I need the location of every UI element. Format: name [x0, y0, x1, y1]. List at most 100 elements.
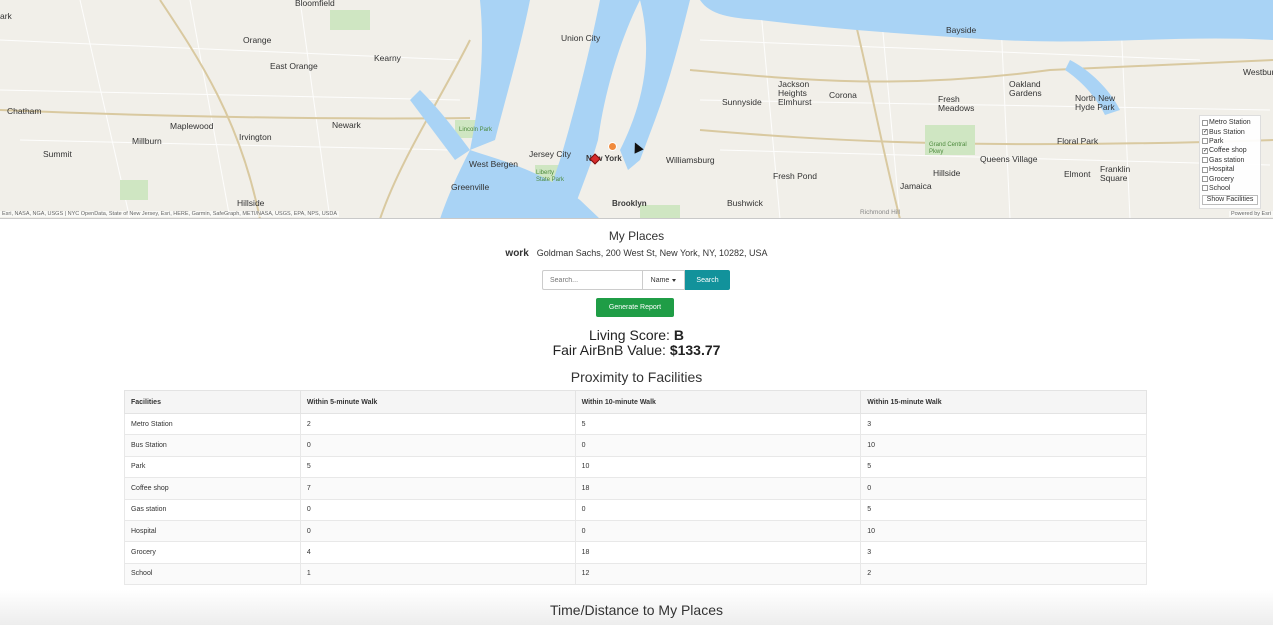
table-row: Park 5 10 5 — [124, 455, 1147, 479]
layer-label: Hospital — [1209, 166, 1235, 174]
search-field-select-value: Name — [650, 276, 670, 284]
layer-item[interactable]: School — [1202, 184, 1258, 193]
map-label-jersey-city: Jersey City — [529, 149, 572, 159]
table-cell: 10 — [574, 455, 862, 479]
layer-checkbox[interactable] — [1202, 166, 1208, 173]
map-label-sunnyside: Sunnyside — [722, 97, 762, 107]
table-header-row: Facilities Within 5-minute Walk Within 10-… — [124, 390, 1147, 414]
layer-item[interactable]: Grocery — [1202, 174, 1258, 183]
map-label-summit: Summit — [43, 149, 72, 159]
chevron-down-icon — [672, 278, 677, 282]
map-label-hillside-ny: Hillside — [933, 168, 961, 178]
map-label-williamsburg: Williamsburg — [666, 155, 715, 165]
map-label-orange: Orange — [243, 35, 272, 45]
map-label-oakland-gardens: Oakland Gardens — [1009, 79, 1042, 98]
table-cell: 3 — [860, 412, 1147, 436]
table-cell: 2 — [860, 562, 1147, 586]
map-label-fresh-pond: Fresh Pond — [773, 171, 817, 181]
layer-item[interactable]: Gas station — [1202, 156, 1258, 165]
map-label-elmont: Elmont — [1064, 169, 1091, 179]
map-label-ark: ark — [0, 11, 12, 21]
table-cell: 0 — [860, 477, 1147, 500]
table-cell: Grocery — [124, 541, 301, 564]
table-cell: 7 — [299, 477, 576, 500]
facilities-table: Facilities Within 5-minute Walk Within 10-… — [124, 390, 1147, 586]
layer-label: Coffee shop — [1209, 147, 1247, 155]
layer-item[interactable]: Park — [1202, 137, 1258, 146]
table-cell: 5 — [299, 455, 576, 479]
map-label-north-new-hyde-park: North New Hyde Park — [1075, 93, 1116, 112]
table-cell: 12 — [574, 562, 862, 586]
layer-checkbox[interactable] — [1202, 157, 1208, 164]
search-button[interactable]: Search — [685, 270, 730, 290]
table-cell: 0 — [299, 498, 576, 521]
layer-item[interactable]: Metro Station — [1202, 118, 1258, 127]
table-row: Metro Station 2 5 3 — [124, 412, 1147, 436]
table-cell: Coffee shop — [124, 477, 301, 500]
layer-label: Bus Station — [1209, 128, 1245, 136]
map-label-kearny: Kearny — [374, 53, 401, 63]
table-header-cell: Within 15-minute Walk — [860, 390, 1147, 414]
map-label-brooklyn: Brooklyn — [612, 199, 647, 208]
table-cell: 18 — [574, 477, 862, 500]
layer-item[interactable]: Coffee shop — [1202, 146, 1258, 155]
table-cell: School — [124, 562, 301, 586]
map-view[interactable]: ark Bloomfield Orange East Orange Kearny… — [0, 0, 1273, 219]
layer-item[interactable]: Bus Station — [1202, 127, 1258, 136]
layer-item[interactable]: Hospital — [1202, 165, 1258, 174]
table-row: Bus Station 0 0 10 — [124, 434, 1147, 457]
layer-label: Metro Station — [1209, 119, 1251, 127]
map-label-bloomfield: Bloomfield — [295, 0, 335, 8]
layer-checkbox[interactable] — [1202, 129, 1208, 136]
table-cell: 2 — [299, 412, 576, 436]
table-cell: Hospital — [124, 519, 301, 543]
map-label-fresh-meadows: Fresh Meadows — [938, 94, 975, 113]
airbnb-value-amount: $133.77 — [669, 342, 721, 358]
living-score-label: Living Score: — [589, 327, 670, 343]
table-cell: Park — [124, 455, 301, 479]
map-label-jamaica: Jamaica — [900, 181, 932, 191]
table-row: Coffee shop 7 18 0 — [124, 477, 1147, 500]
map-label-grand-central-pkwy: Grand Central Pkwy — [929, 142, 967, 155]
show-facilities-button[interactable]: Show Facilities — [1202, 195, 1258, 206]
table-cell: 0 — [574, 519, 862, 543]
living-score: Living Score: B — [0, 328, 1273, 343]
map-label-lincoln-park: Lincoln Park — [459, 127, 493, 133]
table-cell: 10 — [860, 434, 1147, 457]
table-cell: 5 — [860, 455, 1147, 479]
table-cell: 5 — [574, 412, 862, 436]
table-cell: 0 — [574, 434, 862, 457]
map-label-queens-village: Queens Village — [980, 154, 1038, 164]
table-cell: 0 — [299, 519, 576, 543]
search-field-select[interactable]: Name — [642, 270, 685, 290]
proximity-title: Proximity to Facilities — [570, 369, 703, 385]
map-label-bayside: Bayside — [946, 25, 977, 35]
search-input[interactable] — [542, 270, 642, 290]
facility-marker[interactable] — [608, 142, 617, 151]
map-label-millburn: Millburn — [132, 136, 162, 146]
map-label-bushwick: Bushwick — [727, 198, 763, 208]
layer-checkbox[interactable] — [1202, 147, 1208, 154]
layer-label: Grocery — [1209, 175, 1234, 183]
table-row: Hospital 0 0 10 — [124, 519, 1147, 543]
table-row: Grocery 4 18 3 — [124, 541, 1147, 564]
layer-checkbox[interactable] — [1202, 185, 1208, 192]
esri-powered-by[interactable]: Powered by Esri — [1228, 211, 1273, 217]
map-label-maplewood: Maplewood — [170, 121, 214, 131]
map-label-richmond-hill: Richmond Hill — [860, 209, 901, 216]
layer-checkbox[interactable] — [1202, 119, 1208, 126]
page-title: My Places — [608, 229, 665, 243]
table-cell: 10 — [860, 519, 1147, 543]
table-cell: 4 — [299, 541, 576, 564]
airbnb-value: Fair AirBnB Value: $133.77 — [0, 343, 1273, 358]
score-block: Living Score: B Fair AirBnB Value: $133.… — [0, 328, 1273, 358]
layer-checkbox[interactable] — [1202, 176, 1208, 183]
map-label-corona: Corona — [829, 90, 857, 100]
generate-report-button[interactable]: Generate Report — [596, 298, 674, 317]
layer-label: School — [1209, 184, 1231, 192]
layer-checkbox[interactable] — [1202, 138, 1208, 145]
map-label-east-orange: East Orange — [270, 61, 318, 71]
table-header-cell: Facilities — [124, 390, 301, 414]
table-row: Gas station 0 0 5 — [124, 498, 1147, 521]
map-label-west-bergen: West Bergen — [469, 159, 518, 169]
